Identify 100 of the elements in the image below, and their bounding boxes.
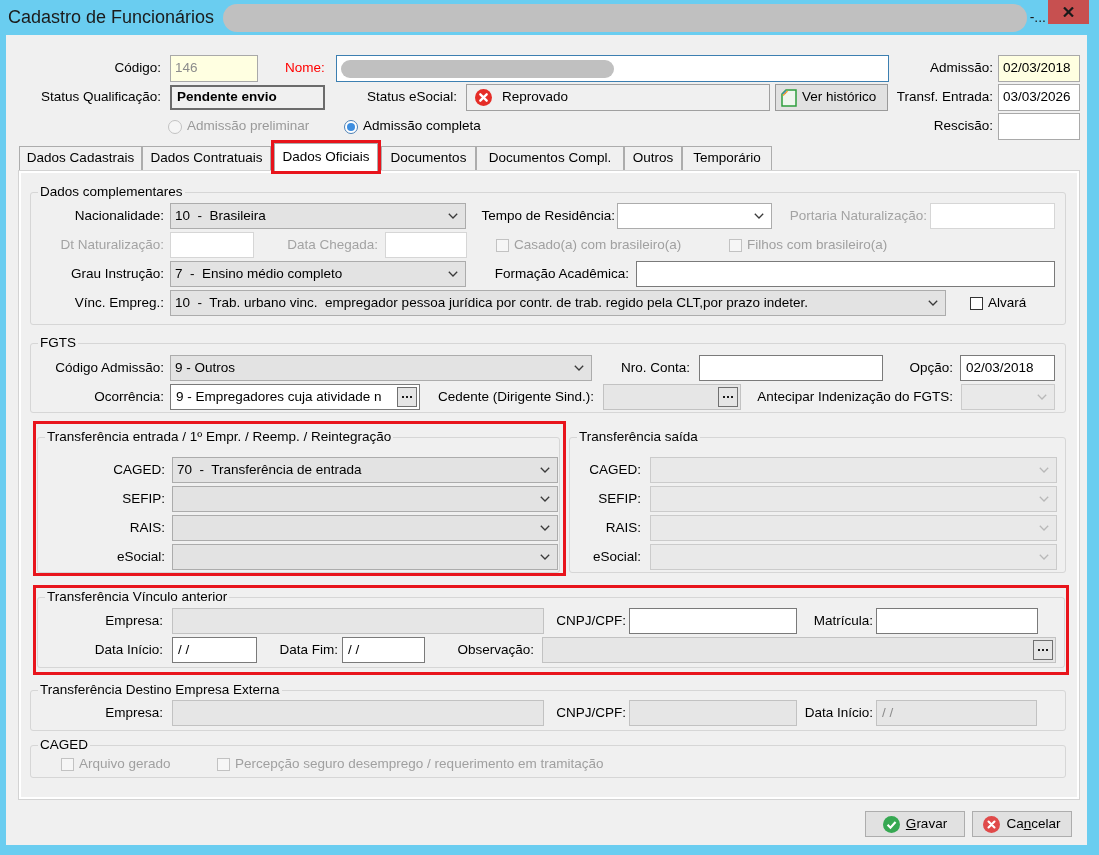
checkbox-label: Casado(a) com brasileiro(a) — [514, 235, 682, 254]
field-label: Código Admissão: — [55, 358, 164, 377]
text-field[interactable]: 02/03/2018 — [998, 55, 1080, 82]
dropdown[interactable] — [172, 515, 558, 541]
tab[interactable]: Documentos Compl. — [476, 146, 624, 170]
field-label: CNPJ/CPF: — [556, 703, 626, 722]
field-label: Nacionalidade: — [74, 206, 164, 225]
dropdown[interactable] — [172, 544, 558, 570]
field-label: Portaria Naturalização: — [789, 206, 927, 225]
radio-label: Admissão preliminar — [187, 117, 310, 136]
lookup-field[interactable]: 9 - Empregadores cuja atividade n — [170, 384, 420, 410]
text-field[interactable] — [172, 700, 544, 726]
text-field[interactable] — [699, 355, 883, 381]
checkbox-label: Alvará — [988, 293, 1027, 312]
window-title-tail: -... — [1029, 8, 1046, 27]
field-label: RAIS: — [605, 518, 641, 537]
group-title: Transferência saída — [578, 429, 699, 445]
chevron-down-icon — [1037, 394, 1047, 400]
save-button[interactable]: Gravar — [865, 811, 965, 837]
text-field[interactable]: 03/03/2026 — [998, 84, 1080, 111]
field-label: Vínc. Empreg.: — [74, 293, 164, 312]
field-label: eSocial: — [592, 547, 641, 566]
field-label: Data Início: — [804, 703, 873, 722]
dropdown[interactable] — [172, 486, 558, 512]
text-field[interactable]: 02/03/2018 — [960, 355, 1055, 381]
text-field[interactable] — [629, 608, 797, 634]
tab[interactable]: Dados Cadastrais — [19, 146, 142, 170]
text-field[interactable] — [629, 700, 797, 726]
text-field[interactable] — [998, 113, 1080, 140]
field-label: RAIS: — [129, 518, 165, 537]
tab[interactable]: Documentos — [381, 146, 476, 170]
chevron-down-icon — [540, 496, 550, 502]
field-label: Rescisão: — [933, 117, 993, 136]
chevron-down-icon — [574, 365, 584, 371]
status-text: Reprovado — [502, 88, 569, 107]
chevron-down-icon — [540, 554, 550, 560]
checkbox-label: Filhos com brasileiro(a) — [747, 235, 888, 254]
more-button[interactable] — [1033, 640, 1053, 660]
lookup-field[interactable] — [542, 637, 1056, 663]
text-field[interactable] — [336, 55, 889, 82]
field-label: Tempo de Residência: — [481, 206, 615, 225]
field-label: Empresa: — [105, 611, 163, 630]
status-field: Pendente envio — [170, 85, 325, 110]
text-field[interactable]: / / — [172, 637, 257, 663]
more-button[interactable] — [397, 387, 417, 407]
field-label: Antecipar Indenização do FGTS: — [757, 387, 953, 406]
window-title: Cadastro de Funcionários — [8, 6, 215, 29]
more-button[interactable] — [718, 387, 738, 407]
checkbox[interactable] — [970, 296, 983, 310]
field-label: Dt Naturalização: — [60, 235, 164, 254]
field-label: Empresa: — [105, 703, 163, 722]
x-circle-icon — [983, 815, 1001, 833]
field-label: SEFIP: — [122, 489, 165, 508]
text-field[interactable] — [636, 261, 1055, 287]
field-label: Matrícula: — [813, 611, 873, 630]
field-label: Nro. Conta: — [620, 358, 690, 377]
field-label: CAGED: — [589, 460, 641, 479]
field-label: Opção: — [909, 358, 953, 377]
tab[interactable]: Dados Contratuais — [142, 146, 271, 170]
chevron-down-icon — [754, 213, 764, 219]
field-label: Transf. Entrada: — [896, 88, 993, 107]
radio-button[interactable] — [344, 119, 358, 134]
tab[interactable]: Outros — [624, 146, 682, 170]
cancel-button[interactable]: Cancelar — [972, 811, 1072, 837]
group-title: Transferência entrada / 1º Empr. / Reemp. / Reintegração — [46, 429, 393, 445]
group-title: Transferência Vínculo anterior — [46, 589, 229, 605]
close-icon — [1063, 7, 1074, 17]
field-label: Data Início: — [94, 640, 163, 659]
text-field[interactable] — [876, 608, 1038, 634]
dropdown[interactable]: 10 - Trab. urbano vinc. empregador pessoa jurídica por contr. de trab. regido pela CLT,por prazo indeter. — [170, 290, 946, 316]
field-label: Formação Acadêmica: — [494, 264, 629, 283]
tab[interactable]: Temporário — [682, 146, 772, 170]
group-title: FGTS — [39, 335, 77, 351]
lookup-field[interactable] — [603, 384, 741, 410]
dropdown[interactable] — [617, 203, 772, 229]
field-label: CAGED: — [113, 460, 165, 479]
dropdown[interactable]: 9 - Outros — [170, 355, 592, 381]
group-title: CAGED — [39, 737, 89, 753]
field-label: Data Fim: — [279, 640, 338, 659]
field-label: Observação: — [457, 640, 534, 659]
dropdown[interactable]: 7 - Ensino médio completo — [170, 261, 466, 287]
chevron-down-icon — [1039, 467, 1049, 473]
chevron-down-icon — [540, 467, 550, 473]
text-field[interactable]: / / — [342, 637, 425, 663]
group-title: Transferência Destino Empresa Externa — [39, 682, 281, 698]
field-label: eSocial: — [116, 547, 165, 566]
close-button[interactable] — [1048, 0, 1089, 24]
radio-label: Admissão completa — [363, 117, 481, 136]
tab[interactable]: Dados Oficiais — [274, 143, 378, 171]
field-label: SEFIP: — [598, 489, 641, 508]
chevron-down-icon — [1039, 554, 1049, 560]
field-label: Grau Instrução: — [70, 264, 164, 283]
field-label: CNPJ/CPF: — [556, 611, 626, 630]
text-field[interactable] — [172, 608, 544, 634]
dropdown[interactable]: 10 - Brasileira — [170, 203, 466, 229]
dropdown[interactable]: 70 - Transferência de entrada — [172, 457, 558, 483]
field-label: Status eSocial: — [366, 88, 457, 107]
check-circle-icon — [882, 815, 900, 833]
chevron-down-icon — [448, 271, 458, 277]
history-button[interactable]: Ver histórico — [775, 84, 888, 111]
